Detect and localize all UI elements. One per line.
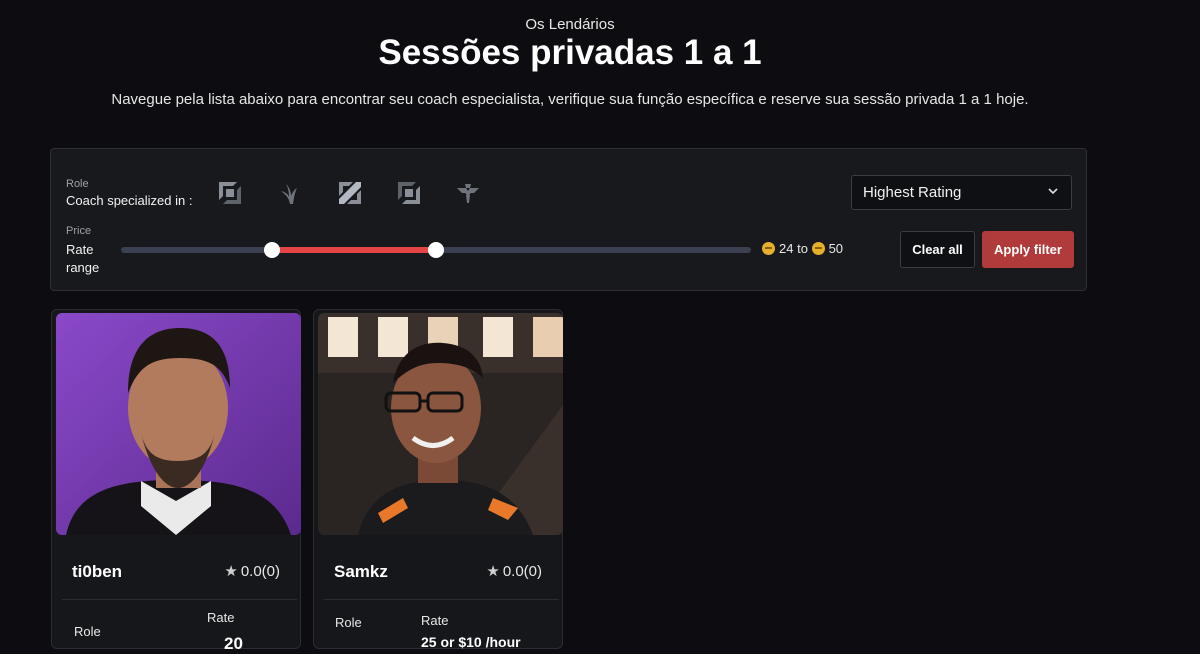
rate-label: Rate bbox=[66, 242, 94, 257]
coach-card[interactable]: Samkz ★ 0.0(0) Role Rate 25 or $10 /hour bbox=[313, 309, 563, 650]
brand-name: Os Lendários bbox=[525, 16, 615, 33]
role-label: Role bbox=[74, 624, 101, 639]
rating-value: 0.0(0) bbox=[502, 563, 542, 580]
sort-selected-value: Highest Rating bbox=[863, 184, 962, 201]
role-label-small: Role bbox=[66, 178, 89, 190]
rate-value: 25 or $10 /hour bbox=[421, 634, 521, 650]
apply-filter-button[interactable]: Apply filter bbox=[982, 231, 1074, 268]
jungle-icon[interactable] bbox=[277, 180, 303, 206]
coach-photo[interactable] bbox=[56, 313, 301, 535]
rate-label: Rate bbox=[207, 610, 235, 625]
chevron-down-icon bbox=[1048, 188, 1058, 195]
range-readout: 24 to 50 bbox=[762, 241, 843, 256]
slider-fill bbox=[272, 247, 436, 253]
range-min-value: 24 bbox=[779, 241, 794, 256]
star-icon: ★ bbox=[486, 563, 500, 580]
coach-name[interactable]: Samkz bbox=[334, 562, 388, 582]
range-max-value: 50 bbox=[828, 241, 844, 256]
top-lane-icon[interactable] bbox=[217, 180, 243, 206]
coach-rating: ★ 0.0(0) bbox=[486, 562, 542, 580]
coach-rating: ★ 0.0(0) bbox=[224, 562, 280, 580]
price-label-small: Price bbox=[66, 225, 92, 237]
rate-label: Rate bbox=[421, 613, 449, 628]
range-label: range bbox=[66, 260, 100, 275]
coin-icon bbox=[762, 242, 775, 255]
star-icon: ★ bbox=[224, 563, 238, 580]
range-to-text: to bbox=[797, 241, 808, 256]
bot-lane-icon[interactable] bbox=[396, 180, 422, 206]
sort-select[interactable]: Highest Rating bbox=[851, 175, 1072, 210]
filter-panel: Role Coach specialized in : Highest Rati… bbox=[50, 148, 1087, 291]
card-divider bbox=[62, 599, 297, 600]
rate-value: 20 bbox=[224, 634, 243, 653]
page-title: Sessões privadas 1 a 1 bbox=[378, 33, 762, 72]
page-subtitle: Navegue pela lista abaixo para encontrar… bbox=[111, 91, 1029, 108]
support-icon[interactable] bbox=[455, 180, 481, 206]
coach-card[interactable]: ti0ben ★ 0.0(0) Rate Role 20 bbox=[51, 309, 301, 653]
rating-value: 0.0(0) bbox=[240, 563, 280, 580]
coach-photo[interactable] bbox=[318, 313, 563, 535]
coach-name[interactable]: ti0ben bbox=[72, 562, 122, 582]
mid-lane-icon[interactable] bbox=[337, 180, 363, 206]
role-label: Role bbox=[335, 615, 362, 630]
clear-all-button[interactable]: Clear all bbox=[900, 231, 975, 268]
slider-thumb-max[interactable] bbox=[428, 242, 444, 258]
role-label: Coach specialized in : bbox=[66, 193, 193, 208]
card-divider bbox=[324, 599, 559, 600]
slider-thumb-min[interactable] bbox=[264, 242, 281, 258]
price-range-slider[interactable] bbox=[121, 242, 751, 258]
coin-icon bbox=[811, 242, 825, 255]
